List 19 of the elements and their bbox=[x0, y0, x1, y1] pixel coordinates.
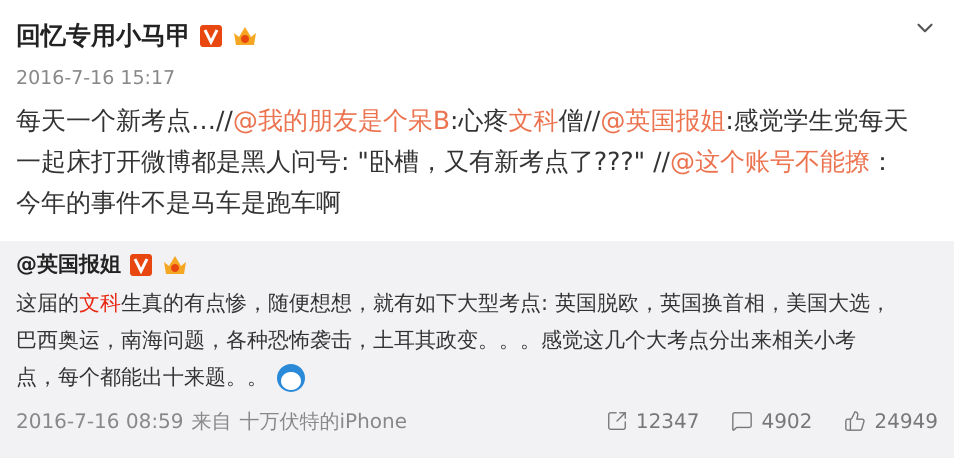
repost-author[interactable]: @英国报姐 bbox=[16, 249, 121, 281]
post-text-line: 一起床打开微博都是黑人问号: "卧槽，又有新考点了???" //@这个账号不能撩： bbox=[16, 146, 896, 178]
share-button[interactable]: 12347 bbox=[606, 406, 700, 436]
post-text-line: 今年的事件不是马车是跑车啊 bbox=[16, 187, 342, 219]
emoji-icon bbox=[276, 363, 306, 394]
like-icon bbox=[844, 410, 866, 432]
source-label: 来自 bbox=[192, 408, 232, 435]
post-text-line: 这届的文科生真的有点惨，随便想想，就有如下大型考点: 英国脱欧，英国换首相，美国大选， bbox=[16, 290, 892, 317]
author-name[interactable]: 回忆专用小马甲 bbox=[16, 17, 191, 55]
post-text-line: 点，每个都能出十来题。。 bbox=[16, 359, 938, 396]
comment-button[interactable]: 4902 bbox=[731, 406, 812, 436]
post-text-line: 巴西奥运，南海问题，各种恐怖袭击，土耳其政变。。。感觉这几个大考点分出来相关小考 bbox=[16, 327, 857, 354]
repost-time: 2016-7-16 08:59 bbox=[16, 408, 184, 435]
post-text-line: 每天一个新考点…//@我的朋友是个呆B:心疼文科僧//@英国报姐:感觉学生党每天 bbox=[16, 105, 910, 137]
share-icon bbox=[606, 410, 628, 432]
post-time: 2016-7-16 15:17 bbox=[16, 66, 176, 91]
source-link[interactable]: 十万伏特的iPhone bbox=[240, 406, 408, 436]
comment-icon bbox=[731, 410, 754, 432]
like-button[interactable]: 24949 bbox=[844, 406, 938, 436]
